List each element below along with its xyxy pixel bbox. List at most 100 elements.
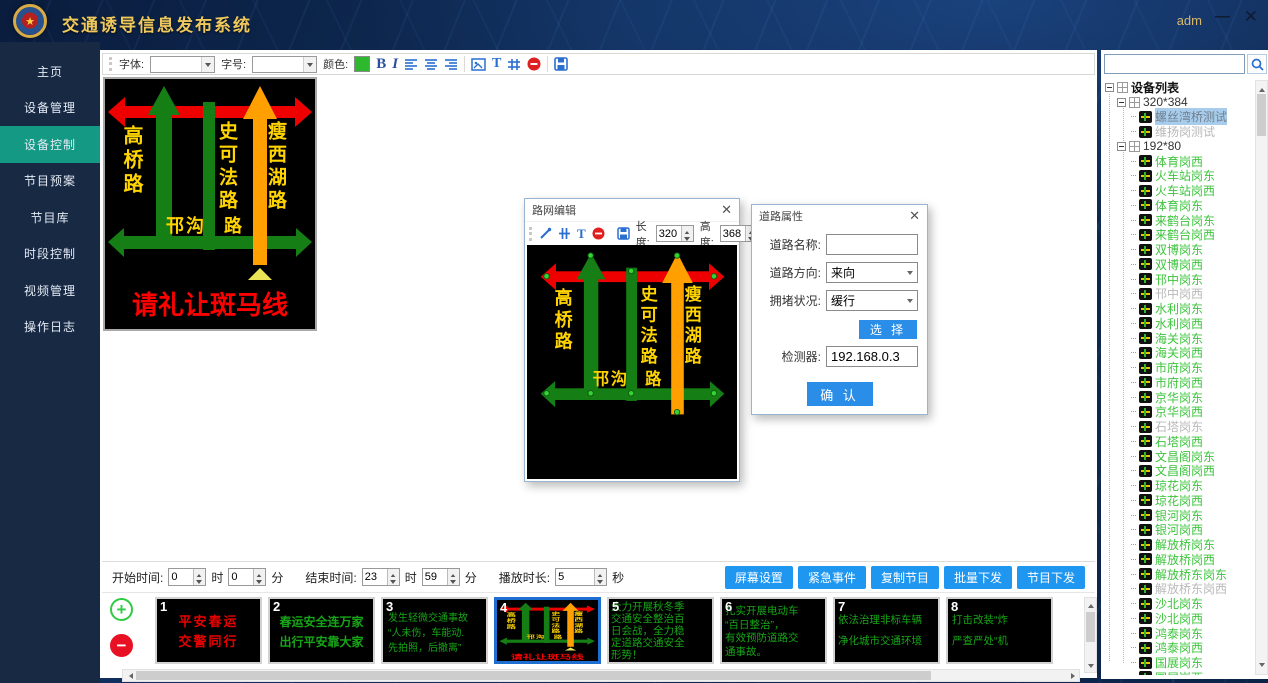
tree-item[interactable]: 京华岗西 bbox=[1103, 405, 1254, 420]
spinner[interactable] bbox=[681, 226, 693, 241]
start-minute-input[interactable] bbox=[229, 569, 253, 585]
close-icon[interactable]: ✕ bbox=[909, 208, 920, 224]
tree-item[interactable]: 邗中岗西 bbox=[1103, 287, 1254, 302]
tree-group-192x80[interactable]: 192*80 bbox=[1103, 139, 1254, 154]
scrollbar-thumb[interactable] bbox=[1257, 94, 1266, 136]
tree-item[interactable]: 国展岗东 bbox=[1103, 655, 1254, 670]
sidebar-item-program-library[interactable]: 节目库 bbox=[0, 199, 100, 236]
confirm-button[interactable]: 确 认 bbox=[807, 382, 873, 406]
tree-item[interactable]: 市府岗西 bbox=[1103, 375, 1254, 390]
start-hour-stepper[interactable] bbox=[168, 568, 206, 586]
tree-item[interactable]: 文昌阁岗西 bbox=[1103, 464, 1254, 479]
handle-dot[interactable] bbox=[674, 409, 680, 415]
tree-item[interactable]: 市府岗东 bbox=[1103, 360, 1254, 375]
size-select[interactable] bbox=[252, 56, 317, 73]
handle-dot[interactable] bbox=[628, 268, 634, 274]
program-thumbnail-2[interactable]: 2 春运安全连万家 出行平安靠大家 bbox=[268, 597, 375, 664]
tree-item[interactable]: 火车站岗东 bbox=[1103, 169, 1254, 184]
congestion-select[interactable]: 缓行 bbox=[826, 290, 918, 311]
tree-item[interactable]: 琼花岗东 bbox=[1103, 478, 1254, 493]
insert-image-icon[interactable] bbox=[471, 58, 486, 71]
emergency-event-button[interactable]: 紧急事件 bbox=[798, 566, 866, 589]
program-thumbnail-3[interactable]: 3 发生轻微交通事故 “人未伤，车能动. 先拍照，后撤离” bbox=[381, 597, 488, 664]
handle-dot[interactable] bbox=[674, 252, 680, 258]
handle-dot[interactable] bbox=[628, 390, 634, 396]
font-input[interactable] bbox=[151, 57, 201, 72]
start-minute-stepper[interactable] bbox=[228, 568, 266, 586]
tree-item[interactable]: 鸿泰岗东 bbox=[1103, 626, 1254, 641]
scroll-right-icon[interactable] bbox=[1067, 670, 1079, 681]
sidebar-item-program-plan[interactable]: 节目预案 bbox=[0, 163, 100, 200]
tree-item[interactable]: 体育岗西 bbox=[1103, 154, 1254, 169]
delete-icon[interactable] bbox=[592, 227, 605, 240]
color-swatch[interactable] bbox=[354, 56, 370, 72]
tree-item[interactable]: 石塔岗东 bbox=[1103, 419, 1254, 434]
font-select[interactable] bbox=[150, 56, 215, 73]
length-stepper[interactable] bbox=[656, 225, 694, 242]
tree-item[interactable]: 沙北岗东 bbox=[1103, 596, 1254, 611]
tree-item[interactable]: 螺丝湾桥测试 bbox=[1103, 110, 1254, 125]
chevron-down-icon[interactable] bbox=[201, 57, 214, 72]
program-send-button[interactable]: 节目下发 bbox=[1017, 566, 1085, 589]
road-network-icon[interactable] bbox=[507, 58, 521, 71]
save-icon[interactable] bbox=[554, 57, 568, 71]
scroll-up-icon[interactable] bbox=[1085, 598, 1096, 610]
copy-program-button[interactable]: 复制节目 bbox=[871, 566, 939, 589]
tree-item[interactable]: 水利岗西 bbox=[1103, 316, 1254, 331]
editor-canvas[interactable]: 高桥路 史可法路 瘦西湖路 邗沟 路 bbox=[527, 245, 737, 479]
property-dialog-titlebar[interactable]: 道路属性 ✕ bbox=[752, 205, 927, 227]
tree-item[interactable]: 京华岗东 bbox=[1103, 390, 1254, 405]
program-thumbnail-4-selected[interactable]: 4 bbox=[494, 597, 601, 664]
select-detector-button[interactable]: 选 择 bbox=[859, 320, 917, 339]
tree-item[interactable]: 国展岗西 bbox=[1103, 670, 1254, 675]
tree-item[interactable]: 海关岗西 bbox=[1103, 346, 1254, 361]
tree-group-320x384[interactable]: 320*384 bbox=[1103, 95, 1254, 110]
remove-program-button[interactable]: − bbox=[110, 634, 133, 657]
spin-up-icon[interactable] bbox=[682, 226, 693, 234]
scrollbar-thumb[interactable] bbox=[136, 671, 931, 680]
program-thumbnail-6[interactable]: 6 扎实开展电动车 “百日整治”， 有效预防道路交 通事故。 bbox=[720, 597, 827, 664]
tree-scrollbar[interactable] bbox=[1255, 80, 1268, 675]
spinner[interactable] bbox=[193, 569, 205, 585]
tree-item[interactable]: 双博岗东 bbox=[1103, 242, 1254, 257]
program-thumbnail-1[interactable]: 1 平安春运 交警同行 bbox=[155, 597, 262, 664]
program-thumbnail-5[interactable]: 5 大力开展秋冬季 交通安全整治百 日会战，全力稳 定道路交通安全 形势！ bbox=[607, 597, 714, 664]
scroll-down-icon[interactable] bbox=[1085, 660, 1096, 672]
road-direction-select[interactable]: 来向 bbox=[826, 262, 918, 283]
length-input[interactable] bbox=[657, 226, 681, 241]
tree-root[interactable]: 设备列表 bbox=[1103, 80, 1254, 95]
collapse-icon[interactable] bbox=[1117, 98, 1126, 107]
tree-item[interactable]: 海关岗东 bbox=[1103, 331, 1254, 346]
close-icon[interactable]: ✕ bbox=[1244, 7, 1258, 27]
italic-icon[interactable]: I bbox=[392, 56, 398, 73]
handle-dot[interactable] bbox=[711, 390, 717, 396]
insert-text-icon[interactable]: T bbox=[577, 226, 586, 242]
sidebar-item-device-control[interactable]: 设备控制 bbox=[0, 126, 100, 163]
tree-item[interactable]: 体育岗东 bbox=[1103, 198, 1254, 213]
save-icon[interactable] bbox=[617, 227, 630, 240]
device-search-input[interactable] bbox=[1104, 54, 1245, 74]
tree-item[interactable]: 银河岗西 bbox=[1103, 523, 1254, 538]
tree-item[interactable]: 来鹤台岗东 bbox=[1103, 213, 1254, 228]
tree-item[interactable]: 来鹤台岗西 bbox=[1103, 228, 1254, 243]
tree-item[interactable]: 沙北岗西 bbox=[1103, 611, 1254, 626]
end-hour-input[interactable] bbox=[363, 569, 387, 585]
handle-dot[interactable] bbox=[543, 390, 549, 396]
crossing-icon[interactable] bbox=[558, 227, 571, 240]
screen-settings-button[interactable]: 屏幕设置 bbox=[725, 566, 793, 589]
tree-item[interactable]: 水利岗东 bbox=[1103, 301, 1254, 316]
size-input[interactable] bbox=[253, 57, 303, 72]
tree-item[interactable]: 维扬岗测试 bbox=[1103, 124, 1254, 139]
tree-item[interactable]: 邗中岗东 bbox=[1103, 272, 1254, 287]
tree-item[interactable]: 解放桥东岗西 bbox=[1103, 582, 1254, 597]
bold-icon[interactable]: B bbox=[376, 56, 386, 73]
tree-item[interactable]: 双博岗西 bbox=[1103, 257, 1254, 272]
spinner[interactable] bbox=[387, 569, 399, 585]
align-left-icon[interactable] bbox=[404, 58, 418, 70]
logged-in-user[interactable]: adm bbox=[1177, 13, 1202, 28]
handle-dot[interactable] bbox=[588, 252, 594, 258]
tree-item[interactable]: 解放桥岗东 bbox=[1103, 537, 1254, 552]
tree-item[interactable]: 文昌阁岗东 bbox=[1103, 449, 1254, 464]
road-name-input[interactable] bbox=[826, 234, 918, 255]
minimize-icon[interactable]: — bbox=[1215, 8, 1230, 25]
